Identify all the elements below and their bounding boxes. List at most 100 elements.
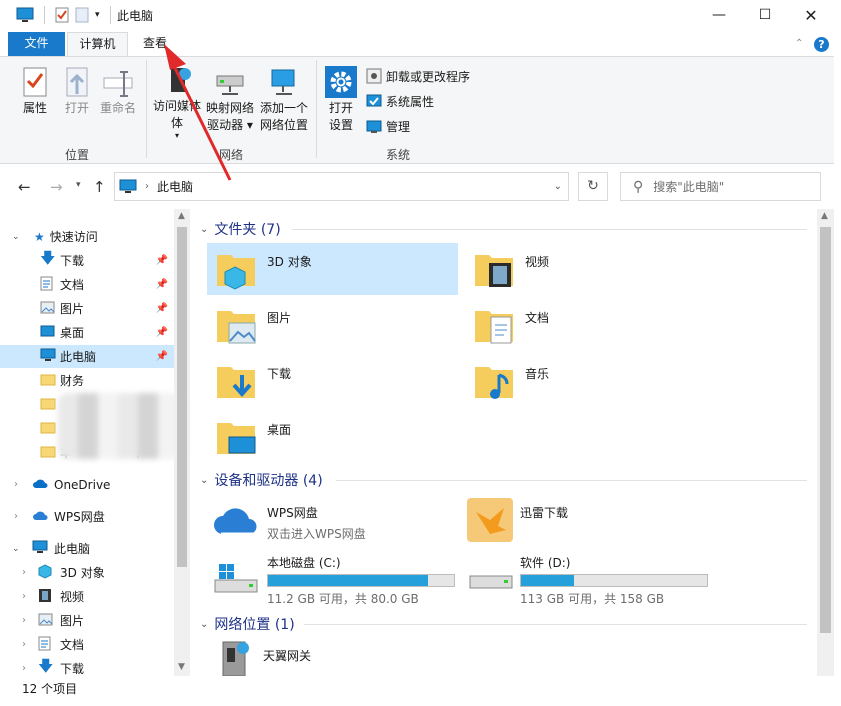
section-title: 网络位置 (1) (214, 617, 295, 633)
maximize-button[interactable]: ☐ (742, 0, 788, 30)
drive-c[interactable]: 本地磁盘 (C:) 11.2 GB 可用，共 80.0 GB (207, 550, 458, 606)
help-icon[interactable]: ? (814, 37, 829, 52)
nav-wps[interactable]: › WPS网盘 (0, 505, 174, 528)
expand-chevron-icon[interactable]: ⌄ (12, 232, 26, 242)
folder-documents[interactable]: 文档 (465, 299, 715, 351)
drive-space-info: 11.2 GB 可用，共 80.0 GB (267, 592, 419, 606)
system-properties-icon (366, 94, 382, 107)
device-wps-drive[interactable]: WPS网盘 双击进入WPS网盘 (207, 494, 458, 546)
folder-pictures[interactable]: 图片 (207, 299, 458, 351)
folder-downloads[interactable]: 下载 (207, 355, 458, 407)
drive-name: 软件 (D:) (520, 556, 571, 570)
search-icon: ⚲ (633, 178, 644, 195)
properties-button[interactable]: 属性 (18, 66, 52, 117)
nav-quick-access[interactable]: ⌄ ★ 快速访问 (0, 225, 174, 248)
folder-name: 音乐 (525, 367, 550, 381)
section-network[interactable]: ⌄ 网络位置 (1) (200, 614, 295, 634)
folder-name: 视频 (525, 255, 550, 269)
nav-item-downloads[interactable]: 🡇 下载 📌 (0, 249, 174, 272)
manage-button[interactable]: 管理 (366, 114, 410, 138)
folder-icon (40, 421, 60, 437)
cloud-icon (32, 478, 54, 492)
nav-this-pc[interactable]: ⌄ 此电脑 (0, 537, 174, 560)
folder-icon (40, 373, 60, 389)
nav-pc-item-downloads[interactable]: › 🡇 下载 (0, 657, 174, 680)
minimize-button[interactable]: — (696, 0, 742, 30)
pin-icon[interactable]: 📌 (156, 255, 168, 266)
computer-icon (119, 179, 137, 193)
properties-check-icon[interactable] (55, 7, 69, 23)
drive-usage-bar (267, 574, 455, 587)
scrollbar-thumb[interactable] (177, 227, 187, 567)
device-xunlei[interactable]: 迅雷下载 (465, 494, 715, 546)
collapse-ribbon-icon[interactable]: ⌃ (795, 38, 803, 49)
device-name: 迅雷下载 (520, 506, 569, 520)
collapse-chevron-icon[interactable]: ⌄ (200, 619, 208, 630)
scroll-up-arrow-icon[interactable]: ▲ (821, 211, 828, 221)
xunlei-bird-icon (467, 498, 513, 542)
open-settings-button[interactable]: 打开 设置 (324, 66, 358, 134)
nav-label: 图片 (60, 302, 85, 316)
folder-music[interactable]: 音乐 (465, 355, 715, 407)
expand-chevron-icon[interactable]: › (22, 639, 38, 650)
folder-3d-objects[interactable]: 3D 对象 (207, 243, 458, 295)
nav-pc-item-3d[interactable]: › 3D 对象 (0, 561, 174, 584)
pin-icon[interactable]: 📌 (156, 279, 168, 290)
pin-icon[interactable]: 📌 (156, 303, 168, 314)
collapse-chevron-icon[interactable]: ⌄ (200, 224, 208, 235)
scroll-up-arrow-icon[interactable]: ▲ (178, 211, 185, 221)
tab-file[interactable]: 文件 (8, 32, 65, 56)
nav-pc-item-videos[interactable]: › 视频 (0, 585, 174, 608)
expand-chevron-icon[interactable]: › (14, 511, 32, 522)
tab-computer[interactable]: 计算机 (67, 32, 128, 56)
expand-chevron-icon[interactable]: › (22, 591, 38, 602)
nav-onedrive[interactable]: › OneDrive (0, 473, 174, 496)
rename-button[interactable]: 重命名 (98, 66, 138, 117)
section-folders[interactable]: ⌄ 文件夹 (7) (200, 219, 281, 239)
close-button[interactable]: ✕ (788, 0, 834, 30)
section-devices[interactable]: ⌄ 设备和驱动器 (4) (200, 470, 323, 490)
expand-chevron-icon[interactable]: › (22, 567, 38, 578)
expand-chevron-icon[interactable]: › (22, 663, 38, 674)
nav-pc-item-documents[interactable]: › 文档 (0, 633, 174, 656)
nav-item-desktop[interactable]: 桌面 📌 (0, 321, 174, 344)
nav-label: 文档 (60, 638, 85, 652)
refresh-button[interactable]: ↻ (578, 172, 608, 201)
up-arrow-icon[interactable]: ↑ (93, 178, 106, 196)
nav-label: 下载 (60, 662, 85, 676)
add-network-location-button[interactable]: 添加一个 网络位置 (258, 66, 310, 134)
computer-icon[interactable] (16, 7, 34, 23)
folder-videos[interactable]: 视频 (465, 243, 715, 295)
search-box[interactable]: ⚲ 搜索"此电脑" (620, 172, 821, 201)
folder-desktop[interactable]: 桌面 (207, 411, 458, 463)
collapse-chevron-icon[interactable]: ⌄ (200, 475, 208, 486)
nav-item-documents[interactable]: 文档 📌 (0, 273, 174, 296)
section-title: 设备和驱动器 (4) (214, 473, 323, 489)
pin-icon[interactable]: 📌 (156, 327, 168, 338)
network-location-gateway[interactable]: 天翼网关 (207, 638, 458, 676)
nav-scrollbar[interactable]: ▲ ▼ (174, 209, 190, 676)
drive-d[interactable]: 软件 (D:) 113 GB 可用，共 158 GB (465, 550, 715, 606)
recent-locations-chevron-icon[interactable]: ▾ (76, 180, 81, 190)
content-scrollbar[interactable]: ▲ (817, 209, 834, 676)
back-arrow-icon[interactable]: ← (18, 178, 31, 196)
scrollbar-thumb[interactable] (820, 227, 831, 633)
uninstall-program-button[interactable]: 卸载或更改程序 (366, 64, 470, 88)
expand-chevron-icon[interactable]: › (22, 615, 38, 626)
nav-label: 财务 (60, 374, 85, 388)
forward-arrow-icon[interactable]: → (50, 178, 63, 196)
system-properties-button[interactable]: 系统属性 (366, 89, 434, 113)
nav-item-pictures[interactable]: 图片 📌 (0, 297, 174, 320)
star-icon: ★ (34, 229, 45, 244)
nav-item-this-pc-pinned[interactable]: 此电脑 📌 (0, 345, 174, 368)
new-folder-icon[interactable] (75, 7, 89, 23)
nav-pc-item-pictures[interactable]: › 图片 (0, 609, 174, 632)
nav-item-finance[interactable]: 财务 (0, 369, 174, 392)
open-button[interactable]: 打开 (60, 66, 94, 117)
scroll-down-arrow-icon[interactable]: ▼ (178, 662, 185, 672)
pin-icon[interactable]: 📌 (156, 351, 168, 362)
customize-qat-chevron-icon[interactable]: ▾ (95, 10, 100, 20)
expand-chevron-icon[interactable]: › (14, 479, 32, 490)
expand-chevron-icon[interactable]: ⌄ (12, 544, 32, 554)
address-dropdown-icon[interactable]: ⌄ (554, 181, 562, 192)
